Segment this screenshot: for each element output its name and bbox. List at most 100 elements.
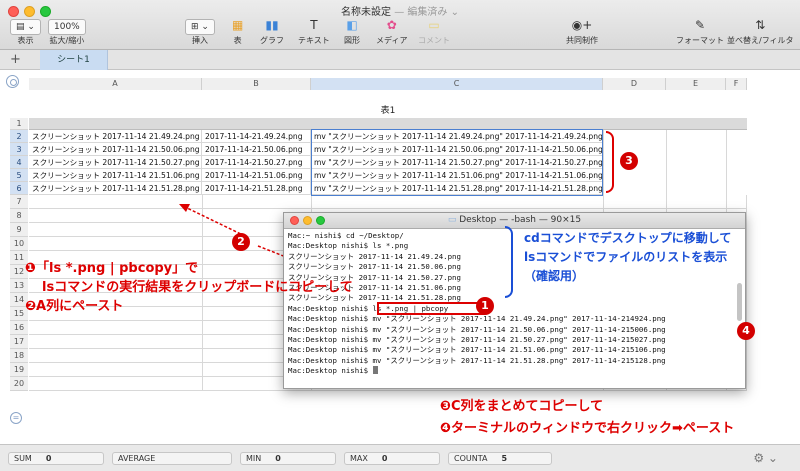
- text-icon: T: [310, 18, 318, 32]
- terminal-line: Mac:Desktop nishi$ mv "スクリーンショット 2017-11…: [288, 314, 666, 324]
- note-line-2: lsコマンドでファイルのリストを表示: [524, 250, 728, 264]
- step4-text: ❹ターミナルのウィンドウで右クリック➡ペースト: [440, 421, 735, 436]
- cell-a4[interactable]: スクリーンショット 2017-11-14 21.50.27.png: [29, 156, 202, 169]
- badge-1: 1: [476, 297, 494, 315]
- terminal-line: Mac:Desktop nishi$ mv "スクリーンショット 2017-11…: [288, 324, 666, 334]
- insert-icon: ⊞ ⌄: [185, 19, 215, 35]
- comment-button[interactable]: ▭ コメント: [418, 17, 450, 46]
- stat-average[interactable]: AVERAGE: [112, 452, 232, 465]
- chart-icon: ▮▮: [265, 18, 279, 32]
- terminal-line: スクリーンショット 2017-11-14 21.51.28.png: [288, 293, 461, 303]
- stat-min[interactable]: MIN 0: [240, 452, 336, 465]
- sort-icon: ⇅: [755, 18, 766, 32]
- terminal-line: Mac:Desktop nishi$ mv "スクリーンショット 2017-11…: [288, 355, 666, 365]
- cell-b3[interactable]: 2017-11-14-21.50.06.png: [202, 143, 311, 156]
- view-button[interactable]: ▤ ⌄ 表示: [10, 17, 41, 46]
- stat-sum[interactable]: SUM 0: [8, 452, 104, 465]
- collaborate-button[interactable]: ◉+ 共同制作: [566, 17, 598, 46]
- row-header[interactable]: 10: [10, 237, 28, 251]
- row-header[interactable]: 16: [10, 321, 28, 335]
- terminal-line: スクリーンショット 2017-11-14 21.51.06.png: [288, 283, 461, 293]
- terminal-title: ▭ Desktop — -bash — 90×15: [447, 215, 582, 225]
- shape-icon: ◧: [346, 18, 358, 32]
- stat-max[interactable]: MAX 0: [344, 452, 440, 465]
- cell-a2[interactable]: スクリーンショット 2017-11-14 21.49.24.png: [29, 130, 202, 143]
- terminal-title-bar[interactable]: ▭ Desktop — -bash — 90×15: [284, 213, 745, 229]
- row-header[interactable]: 19: [10, 363, 28, 377]
- terminal-cursor: [372, 366, 378, 375]
- column-header-e[interactable]: E: [666, 78, 726, 90]
- row-header[interactable]: 13: [10, 279, 28, 293]
- column-header-f[interactable]: F: [726, 78, 747, 90]
- comment-bubble-icon[interactable]: =: [10, 412, 22, 424]
- badge-4: 4: [737, 322, 755, 340]
- toolbar: 名称未設定 — 編集済み ⌄ ▤ ⌄ 表示 100% 拡大/縮小 ⊞ ⌄ 挿入 …: [0, 0, 800, 50]
- status-bar: SUM 0 AVERAGE MIN 0 MAX 0 COUNTA 5 ⚙ ⌄: [0, 444, 800, 471]
- step3-text: ❸C列をまとめてコピーして: [440, 399, 604, 414]
- sidebar-icon: ▤ ⌄: [10, 19, 41, 35]
- window-title: 名称未設定 — 編集済み ⌄: [341, 7, 459, 18]
- terminal-line: スクリーンショット 2017-11-14 21.50.27.png: [288, 272, 461, 282]
- row-header[interactable]: 5: [10, 169, 28, 182]
- terminal-scrollbar[interactable]: [737, 283, 742, 321]
- empty-row[interactable]: [29, 195, 747, 209]
- highlight-pbcopy-command: [377, 302, 485, 315]
- cell-b6[interactable]: 2017-11-14-21.51.28.png: [202, 182, 311, 195]
- step1-line2: lsコマンドの実行結果をクリップボードにコピーして: [42, 280, 353, 295]
- zoom-menu[interactable]: 100% 拡大/縮小: [48, 17, 86, 46]
- terminal-prompt: Mac:Desktop nishi$: [288, 366, 373, 376]
- selection-range-c2-c6[interactable]: [311, 129, 603, 196]
- brace-annotation: [606, 131, 614, 193]
- terminal-line: Mac:Desktop nishi$ ls *.png | pbcopy: [288, 303, 449, 313]
- chart-button[interactable]: ▮▮ グラフ: [260, 17, 284, 46]
- gear-icon[interactable]: ⚙ ⌄: [753, 451, 778, 465]
- column-header-d[interactable]: D: [603, 78, 666, 90]
- row-header[interactable]: 18: [10, 349, 28, 363]
- shape-button[interactable]: ◧ 図形: [344, 17, 360, 46]
- column-header-a[interactable]: A: [29, 78, 202, 90]
- table-select-handle-icon[interactable]: [6, 75, 19, 88]
- folder-icon: ▭: [447, 215, 457, 225]
- table-icon: ▦: [232, 18, 244, 32]
- column-header-c[interactable]: C: [311, 78, 603, 90]
- badge-3: 3: [620, 152, 638, 170]
- cell-b5[interactable]: 2017-11-14-21.51.06.png: [202, 169, 311, 182]
- note-line-3: （確認用）: [524, 269, 585, 283]
- row-header[interactable]: 17: [10, 335, 28, 349]
- collaborate-icon: ◉+: [571, 18, 593, 32]
- cell-b4[interactable]: 2017-11-14-21.50.27.png: [202, 156, 311, 169]
- table-button[interactable]: ▦ 表: [232, 17, 243, 46]
- tab-sheet1[interactable]: シート1: [40, 50, 108, 70]
- row-header[interactable]: 1: [10, 118, 28, 130]
- step2-text: ❷A列にペースト: [25, 299, 124, 314]
- row-header[interactable]: 3: [10, 143, 28, 156]
- media-button[interactable]: ✿ メディア: [376, 17, 407, 46]
- step1-line1: ❶「ls *.png | pbcopy」で: [25, 261, 199, 276]
- cell-b2[interactable]: 2017-11-14-21.49.24.png: [202, 130, 311, 143]
- row-header[interactable]: 4: [10, 156, 28, 169]
- note-line-1: cdコマンドでデスクトップに移動して: [524, 231, 732, 245]
- cell-a5[interactable]: スクリーンショット 2017-11-14 21.51.06.png: [29, 169, 202, 182]
- badge-2: 2: [232, 233, 250, 251]
- stat-counta[interactable]: COUNTA 5: [448, 452, 552, 465]
- row-header[interactable]: 2: [10, 130, 28, 143]
- row-header[interactable]: 6: [10, 182, 28, 195]
- blue-brace-annotation: [505, 226, 513, 298]
- terminal-line: Mac:Desktop nishi$ mv "スクリーンショット 2017-11…: [288, 335, 666, 345]
- row-header[interactable]: 8: [10, 209, 28, 223]
- row-header[interactable]: 9: [10, 223, 28, 237]
- add-sheet-icon[interactable]: +: [10, 52, 21, 67]
- cell-a6[interactable]: スクリーンショット 2017-11-14 21.51.28.png: [29, 182, 202, 195]
- row-header[interactable]: 20: [10, 377, 28, 391]
- media-icon: ✿: [386, 18, 397, 32]
- sheet-tab-bar: + シート1: [0, 50, 800, 70]
- insert-button[interactable]: ⊞ ⌄ 挿入: [185, 17, 215, 46]
- sort-filter-button[interactable]: ⇅ 並べ替え/フィルタ: [727, 17, 794, 46]
- row-header[interactable]: 7: [10, 195, 28, 209]
- cell-a3[interactable]: スクリーンショット 2017-11-14 21.50.06.png: [29, 143, 202, 156]
- paintbrush-icon: ✎: [694, 18, 706, 32]
- column-header-b[interactable]: B: [202, 78, 311, 90]
- format-button[interactable]: ✎ フォーマット: [676, 17, 724, 46]
- text-button[interactable]: T テキスト: [298, 17, 330, 46]
- table-title[interactable]: 表1: [29, 103, 747, 116]
